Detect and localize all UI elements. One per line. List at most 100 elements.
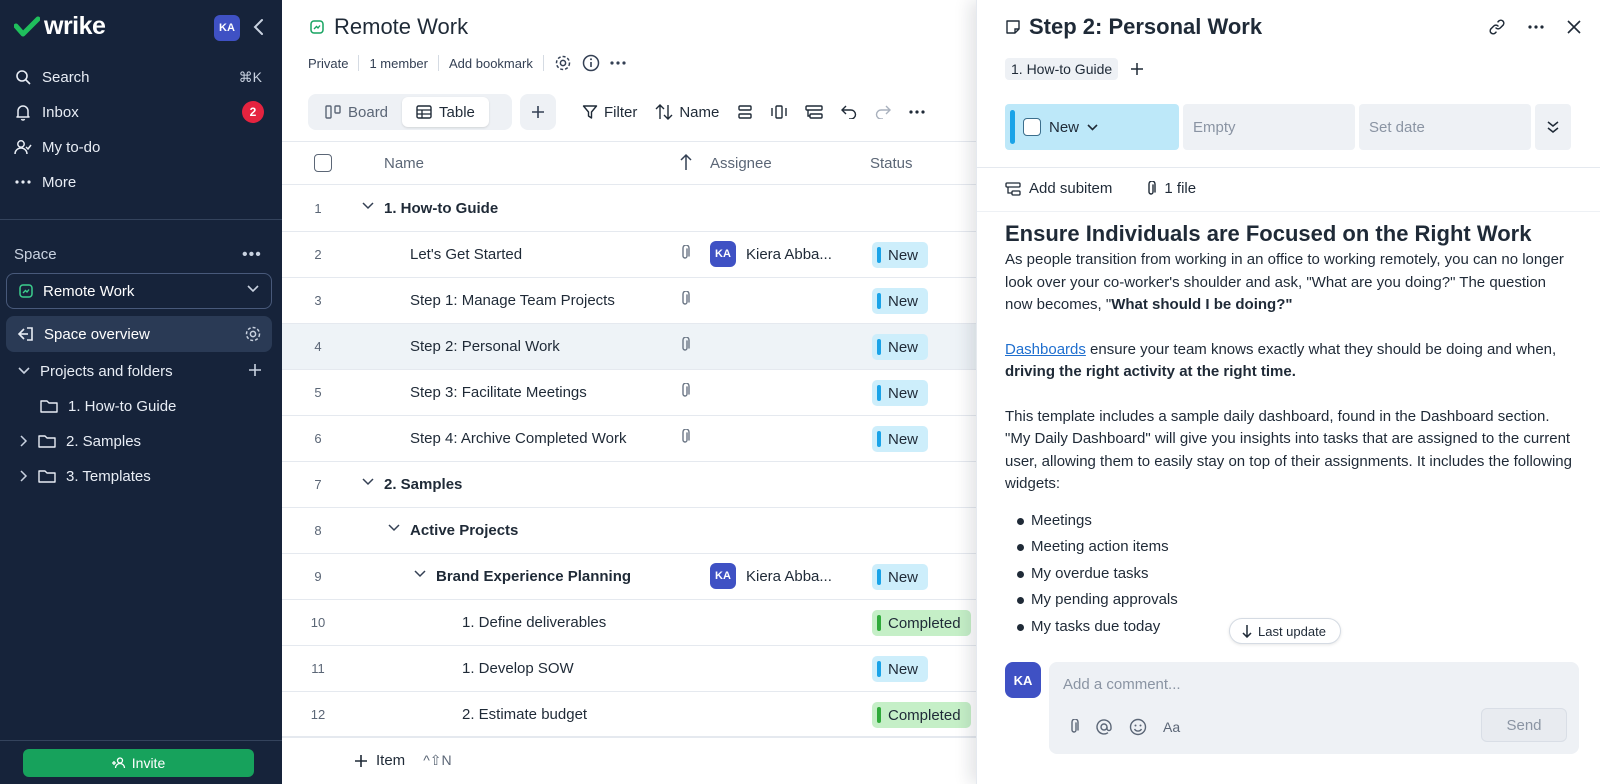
more-dots-icon[interactable] bbox=[610, 61, 626, 65]
paperclip-icon[interactable] bbox=[680, 291, 690, 307]
space-select[interactable]: Remote Work bbox=[6, 273, 272, 309]
undo-icon[interactable] bbox=[841, 105, 857, 119]
members-label[interactable]: 1 member bbox=[369, 56, 428, 71]
add-location-plus-icon[interactable] bbox=[1130, 62, 1144, 76]
task-description[interactable]: Ensure Individuals are Focused on the Ri… bbox=[1005, 219, 1575, 649]
date-field[interactable]: Set date bbox=[1359, 104, 1531, 150]
sidebar-folder-samples[interactable]: 2. Samples bbox=[20, 427, 141, 455]
status-badge[interactable]: Completed bbox=[872, 610, 971, 636]
table-row[interactable]: 10 1. Define deliverables Completed bbox=[282, 600, 976, 646]
row-name[interactable]: Step 2: Personal Work bbox=[410, 338, 560, 355]
wrike-logo[interactable]: wrike bbox=[14, 12, 106, 41]
add-item-bar[interactable]: Item ^⇧N bbox=[282, 736, 976, 784]
close-icon[interactable] bbox=[1566, 18, 1582, 36]
space-more-icon[interactable]: ••• bbox=[242, 246, 262, 264]
send-button[interactable]: Send bbox=[1481, 708, 1567, 742]
user-avatar[interactable]: KA bbox=[214, 15, 240, 41]
column-header-status[interactable]: Status bbox=[870, 155, 913, 172]
nav-search[interactable]: Search ⌘K bbox=[14, 62, 268, 92]
status-dropdown[interactable]: New bbox=[1005, 104, 1179, 150]
collapse-sidebar-icon[interactable] bbox=[252, 18, 264, 36]
chevron-down-icon[interactable] bbox=[414, 570, 426, 578]
table-row[interactable]: 3 Step 1: Manage Team Projects New bbox=[282, 278, 976, 324]
expand-fields-button[interactable] bbox=[1535, 104, 1571, 150]
projects-and-folders-header[interactable]: Projects and folders bbox=[18, 357, 268, 385]
sidebar-folder-how-to-guide[interactable]: 1. How-to Guide bbox=[40, 392, 176, 420]
add-subitem-button[interactable]: Add subitem bbox=[1029, 180, 1112, 197]
table-row[interactable]: 8 Active Projects bbox=[282, 508, 976, 554]
status-badge[interactable]: New bbox=[872, 334, 929, 360]
more-dots-icon[interactable] bbox=[909, 110, 925, 114]
add-folder-plus-icon[interactable] bbox=[248, 363, 262, 377]
board-view-button[interactable]: Board bbox=[311, 97, 402, 127]
table-row[interactable]: 11 1. Develop SOW New bbox=[282, 646, 976, 692]
column-header-name[interactable]: Name bbox=[384, 155, 424, 172]
paperclip-icon[interactable] bbox=[680, 337, 690, 353]
table-row[interactable]: 2 Let's Get Started KA Kiera Abba... New bbox=[282, 232, 976, 278]
redo-icon[interactable] bbox=[875, 105, 892, 119]
status-badge[interactable]: New bbox=[872, 656, 929, 682]
settings-gear-icon[interactable] bbox=[554, 54, 572, 72]
chevron-down-icon[interactable] bbox=[362, 202, 374, 210]
row-name[interactable]: 1. Develop SOW bbox=[462, 660, 574, 677]
row-density-icon[interactable] bbox=[737, 104, 753, 120]
row-name[interactable]: Step 3: Facilitate Meetings bbox=[410, 384, 587, 401]
status-badge[interactable]: New bbox=[872, 288, 929, 314]
sort-ascending-icon[interactable] bbox=[680, 153, 692, 171]
add-bookmark-link[interactable]: Add bookmark bbox=[449, 56, 533, 71]
status-badge[interactable]: Completed bbox=[872, 702, 971, 728]
add-view-button[interactable] bbox=[520, 94, 556, 130]
paperclip-icon[interactable] bbox=[680, 245, 690, 261]
table-row[interactable]: 9 Brand Experience Planning KA Kiera Abba..… bbox=[282, 554, 976, 600]
row-name[interactable]: 2. Estimate budget bbox=[462, 706, 587, 723]
group-by-icon[interactable] bbox=[805, 104, 824, 120]
invite-button[interactable]: Invite bbox=[23, 749, 254, 777]
sort-button[interactable]: Name bbox=[655, 104, 719, 121]
column-header-assignee[interactable]: Assignee bbox=[710, 155, 772, 172]
select-all-checkbox[interactable] bbox=[314, 154, 332, 172]
table-row[interactable]: 4 Step 2: Personal Work New bbox=[282, 324, 976, 370]
row-name[interactable]: 2. Samples bbox=[384, 476, 462, 493]
table-row[interactable]: 12 2. Estimate budget Completed bbox=[282, 692, 976, 738]
complete-checkbox[interactable] bbox=[1023, 118, 1041, 136]
table-row[interactable]: 6 Step 4: Archive Completed Work New bbox=[282, 416, 976, 462]
privacy-label[interactable]: Private bbox=[308, 56, 348, 71]
table-row[interactable]: 1 1. How-to Guide bbox=[282, 186, 976, 232]
attach-paperclip-icon[interactable] bbox=[1069, 719, 1079, 735]
info-icon[interactable] bbox=[582, 54, 600, 72]
sidebar-folder-templates[interactable]: 3. Templates bbox=[20, 462, 151, 490]
assignee-cell[interactable]: KA Kiera Abba... bbox=[710, 241, 832, 267]
comment-box[interactable]: Add a comment... Aa Send bbox=[1049, 662, 1579, 754]
nav-inbox[interactable]: Inbox 2 bbox=[14, 97, 268, 127]
table-row[interactable]: 7 2. Samples bbox=[282, 462, 976, 508]
table-row[interactable]: 5 Step 3: Facilitate Meetings New bbox=[282, 370, 976, 416]
row-name[interactable]: 1. How-to Guide bbox=[384, 200, 498, 217]
space-settings-gear-icon[interactable] bbox=[244, 325, 262, 343]
row-name[interactable]: Let's Get Started bbox=[410, 246, 522, 263]
emoji-icon[interactable] bbox=[1129, 718, 1147, 736]
more-dots-icon[interactable] bbox=[1528, 18, 1544, 36]
assignee-cell[interactable]: KA Kiera Abba... bbox=[710, 563, 832, 589]
paperclip-icon[interactable] bbox=[680, 429, 690, 445]
row-name[interactable]: 1. Define deliverables bbox=[462, 614, 606, 631]
row-name[interactable]: Step 1: Manage Team Projects bbox=[410, 292, 615, 309]
status-badge[interactable]: New bbox=[872, 380, 929, 406]
text-format-icon[interactable]: Aa bbox=[1163, 719, 1180, 735]
paperclip-icon[interactable] bbox=[680, 383, 690, 399]
assignee-field[interactable]: Empty bbox=[1183, 104, 1355, 150]
space-overview-item[interactable]: Space overview bbox=[6, 316, 272, 352]
table-view-button[interactable]: Table bbox=[402, 97, 489, 127]
page-title[interactable]: Remote Work bbox=[334, 14, 468, 40]
dashboards-link[interactable]: Dashboards bbox=[1005, 341, 1086, 358]
location-tag[interactable]: 1. How-to Guide bbox=[1005, 58, 1119, 80]
mention-icon[interactable] bbox=[1095, 718, 1113, 736]
attached-files-button[interactable]: 1 file bbox=[1164, 180, 1196, 197]
status-badge[interactable]: New bbox=[872, 564, 929, 590]
last-update-button[interactable]: Last update bbox=[1229, 618, 1341, 644]
status-badge[interactable]: New bbox=[872, 426, 929, 452]
chevron-down-icon[interactable] bbox=[362, 478, 374, 486]
link-icon[interactable] bbox=[1488, 18, 1506, 36]
row-name[interactable]: Brand Experience Planning bbox=[436, 568, 631, 585]
nav-more[interactable]: More bbox=[14, 167, 268, 197]
row-name[interactable]: Active Projects bbox=[410, 522, 518, 539]
